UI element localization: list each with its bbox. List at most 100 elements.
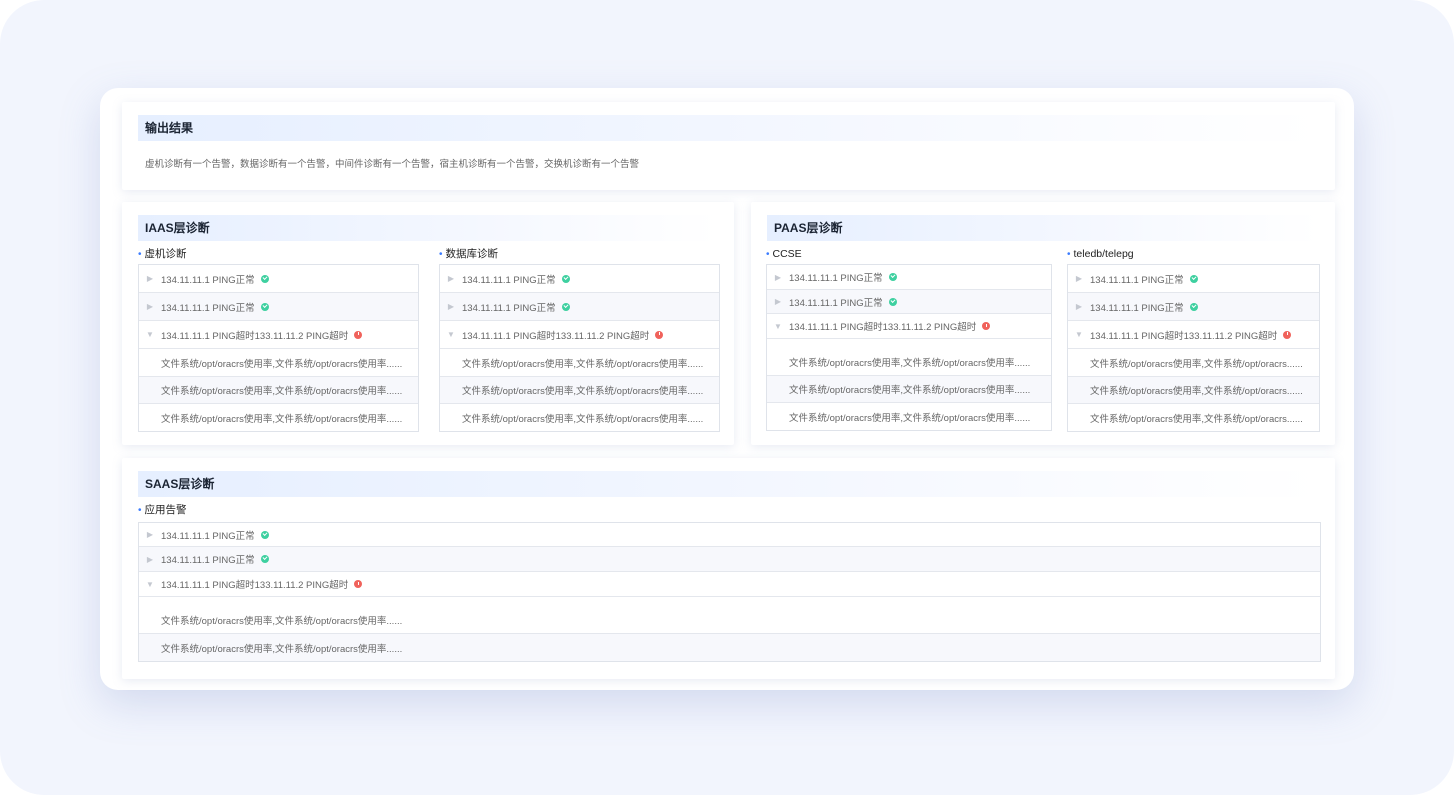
- caret-right-icon[interactable]: ▶: [139, 274, 161, 283]
- caret-down-icon[interactable]: ▼: [139, 580, 161, 589]
- exclamation-circle-icon: [354, 580, 363, 588]
- caret-right-icon[interactable]: ▶: [767, 297, 789, 306]
- bullet-icon: •: [138, 249, 142, 260]
- diagnosis-tree: ▶ 134.11.11.1 PING正常 ▶ 134.11.11.1 PING正…: [138, 522, 1321, 662]
- caret-right-icon[interactable]: ▶: [139, 302, 161, 311]
- tree-node-expanded[interactable]: ▼ 134.11.11.1 PING超时133.11.11.2 PING超时: [440, 321, 719, 349]
- exclamation-circle-icon: [655, 330, 664, 339]
- diagnosis-tree: ▶ 134.11.11.1 PING正常 ▶ 134.11.11.1 PING正…: [439, 264, 720, 432]
- tree-detail-row: 文件系统/opt/oracrs使用率,文件系统/opt/oracrs使用率...…: [139, 349, 418, 377]
- bullet-icon: •: [439, 249, 443, 260]
- section-label: • CCSE: [766, 247, 802, 261]
- tree-node-text: 134.11.11.1 PING超时133.11.11.2 PING超时: [462, 330, 650, 342]
- tree-detail-row: 文件系统/opt/oracrs使用率,文件系统/opt/oracrs使用率...…: [440, 377, 719, 404]
- tree-detail-row: 文件系统/opt/oracrs使用率,文件系统/opt/oracrs......: [1068, 404, 1319, 431]
- tree-detail-row: 文件系统/opt/oracrs使用率,文件系统/opt/oracrs使用率...…: [767, 403, 1051, 430]
- detail-text: 文件系统/opt/oracrs使用率,文件系统/opt/oracrs......: [1090, 358, 1303, 370]
- tree-node[interactable]: ▶ 134.11.11.1 PING正常: [767, 265, 1051, 290]
- detail-text: 文件系统/opt/oracrs使用率,文件系统/opt/oracrs使用率...…: [161, 358, 403, 370]
- tree-detail-row: 文件系统/opt/oracrs使用率,文件系统/opt/oracrs使用率...…: [139, 404, 418, 431]
- tree-detail-row: 文件系统/opt/oracrs使用率,文件系统/opt/oracrs使用率...…: [440, 404, 719, 431]
- tree-node[interactable]: ▶ 134.11.11.1 PING正常: [139, 547, 1320, 572]
- detail-text: 文件系统/opt/oracrs使用率,文件系统/opt/oracrs使用率...…: [161, 386, 403, 397]
- check-circle-icon: [260, 302, 269, 311]
- iaas-section-vm: • 虚机诊断 ▶ 134.11.11.1 PING正常 ▶ 134.11.11.1…: [138, 247, 419, 435]
- iaas-panel: IAAS层诊断 • 虚机诊断 ▶ 134.11.11.1 PING正常 ▶ 134…: [122, 202, 734, 445]
- caret-down-icon[interactable]: ▼: [440, 330, 462, 339]
- check-circle-icon: [260, 530, 269, 539]
- tree-node-text: 134.11.11.1 PING超时133.11.11.2 PING超时: [161, 580, 349, 591]
- section-label: • teledb/telepg: [1067, 247, 1134, 261]
- output-summary: 虚机诊断有一个告警，数据诊断有一个告警，中间件诊断有一个告警，宿主机诊断有一个告…: [145, 159, 640, 170]
- tree-detail-row: 文件系统/opt/oracrs使用率,文件系统/opt/oracrs使用率...…: [767, 376, 1051, 403]
- check-circle-icon: [1189, 274, 1198, 283]
- detail-text: 文件系统/opt/oracrs使用率,文件系统/opt/oracrs使用率...…: [161, 643, 403, 655]
- caret-right-icon[interactable]: ▶: [1068, 274, 1090, 283]
- caret-down-icon[interactable]: ▼: [1068, 330, 1090, 339]
- caret-right-icon[interactable]: ▶: [440, 302, 462, 311]
- exclamation-circle-icon: [982, 322, 991, 330]
- bullet-icon: •: [766, 249, 770, 260]
- section-label-text: 虚机诊断: [144, 248, 187, 260]
- tree-detail-row: 文件系统/opt/oracrs使用率,文件系统/opt/oracrs使用率...…: [440, 349, 719, 377]
- tree-node-text: 134.11.11.1 PING超时133.11.11.2 PING超时: [789, 322, 977, 333]
- tree-node-text: 134.11.11.1 PING正常: [161, 302, 255, 314]
- tree-node[interactable]: ▶ 134.11.11.1 PING正常: [767, 290, 1051, 314]
- tree-node[interactable]: ▶ 134.11.11.1 PING正常: [1068, 265, 1319, 293]
- tree-detail-row: 文件系统/opt/oracrs使用率,文件系统/opt/oracrs使用率...…: [139, 377, 418, 404]
- caret-right-icon[interactable]: ▶: [767, 273, 789, 282]
- tree-node[interactable]: ▶ 134.11.11.1 PING正常: [139, 523, 1320, 547]
- tree-node-text: 134.11.11.1 PING正常: [161, 530, 255, 542]
- output-result-panel: 输出结果 虚机诊断有一个告警，数据诊断有一个告警，中间件诊断有一个告警，宿主机诊…: [122, 102, 1335, 190]
- caret-down-icon[interactable]: ▼: [139, 330, 161, 339]
- caret-right-icon[interactable]: ▶: [139, 530, 161, 539]
- tree-node-expanded[interactable]: ▼ 134.11.11.1 PING超时133.11.11.2 PING超时: [139, 321, 418, 349]
- tree-node[interactable]: ▶ 134.11.11.1 PING正常: [139, 265, 418, 293]
- detail-text: 文件系统/opt/oracrs使用率,文件系统/opt/oracrs使用率...…: [789, 412, 1031, 424]
- check-circle-icon: [561, 274, 570, 283]
- detail-text: 文件系统/opt/oracrs使用率,文件系统/opt/oracrs使用率...…: [161, 413, 403, 425]
- bullet-icon: •: [1067, 249, 1071, 260]
- iaas-title: IAAS层诊断: [138, 215, 718, 241]
- tree-node-text: 134.11.11.1 PING超时133.11.11.2 PING超时: [161, 330, 349, 342]
- tree-node-expanded[interactable]: ▼ 134.11.11.1 PING超时133.11.11.2 PING超时: [767, 314, 1051, 339]
- bullet-icon: •: [138, 505, 142, 516]
- caret-right-icon[interactable]: ▶: [1068, 302, 1090, 311]
- tree-node[interactable]: ▶ 134.11.11.1 PING正常: [440, 293, 719, 321]
- tree-detail-row: 文件系统/opt/oracrs使用率,文件系统/opt/oracrs使用率...…: [139, 634, 1320, 661]
- section-label: • 应用告警: [138, 503, 187, 517]
- tree-node-text: 134.11.11.1 PING正常: [161, 555, 255, 566]
- tree-node-text: 134.11.11.1 PING正常: [462, 302, 556, 314]
- output-result-title: 输出结果: [138, 115, 1319, 141]
- detail-text: 文件系统/opt/oracrs使用率,文件系统/opt/oracrs使用率...…: [789, 358, 1031, 369]
- tree-node-text: 134.11.11.1 PING正常: [1090, 302, 1184, 314]
- tree-detail-row: 文件系统/opt/oracrs使用率,文件系统/opt/oracrs使用率...…: [139, 597, 1320, 634]
- tree-node-expanded[interactable]: ▼ 134.11.11.1 PING超时133.11.11.2 PING超时: [1068, 321, 1319, 349]
- check-circle-icon: [561, 302, 570, 311]
- tree-node[interactable]: ▶ 134.11.11.1 PING正常: [139, 293, 418, 321]
- check-circle-icon: [1189, 302, 1198, 311]
- detail-text: 文件系统/opt/oracrs使用率,文件系统/opt/oracrs使用率...…: [161, 616, 403, 627]
- tree-node-text: 134.11.11.1 PING超时133.11.11.2 PING超时: [1090, 330, 1278, 342]
- tree-node[interactable]: ▶ 134.11.11.1 PING正常: [1068, 293, 1319, 321]
- tree-node-text: 134.11.11.1 PING正常: [789, 273, 883, 284]
- tree-node[interactable]: ▶ 134.11.11.1 PING正常: [440, 265, 719, 293]
- section-label-text: teledb/telepg: [1073, 248, 1134, 260]
- caret-down-icon[interactable]: ▼: [767, 322, 789, 331]
- diagnosis-tree: ▶ 134.11.11.1 PING正常 ▶ 134.11.11.1 PING正…: [138, 264, 419, 432]
- diagnosis-card: 输出结果 虚机诊断有一个告警，数据诊断有一个告警，中间件诊断有一个告警，宿主机诊…: [100, 88, 1354, 690]
- tree-detail-row: 文件系统/opt/oracrs使用率,文件系统/opt/oracrs使用率...…: [767, 339, 1051, 376]
- check-circle-icon: [260, 555, 269, 563]
- detail-text: 文件系统/opt/oracrs使用率,文件系统/opt/oracrs使用率...…: [789, 385, 1031, 396]
- caret-right-icon[interactable]: ▶: [139, 555, 161, 564]
- diagnosis-tree: ▶ 134.11.11.1 PING正常 ▶ 134.11.11.1 PING正…: [766, 264, 1052, 431]
- diagnosis-tree: ▶ 134.11.11.1 PING正常 ▶ 134.11.11.1 PING正…: [1067, 264, 1320, 432]
- detail-text: 文件系统/opt/oracrs使用率,文件系统/opt/oracrs......: [1090, 386, 1303, 397]
- detail-text: 文件系统/opt/oracrs使用率,文件系统/opt/oracrs使用率...…: [462, 358, 704, 370]
- tree-detail-row: 文件系统/opt/oracrs使用率,文件系统/opt/oracrs......: [1068, 349, 1319, 377]
- check-circle-icon: [888, 297, 897, 306]
- tree-node-expanded[interactable]: ▼ 134.11.11.1 PING超时133.11.11.2 PING超时: [139, 572, 1320, 597]
- tree-detail-row: 文件系统/opt/oracrs使用率,文件系统/opt/oracrs......: [1068, 377, 1319, 404]
- caret-right-icon[interactable]: ▶: [440, 274, 462, 283]
- detail-text: 文件系统/opt/oracrs使用率,文件系统/opt/oracrs......: [1090, 413, 1303, 425]
